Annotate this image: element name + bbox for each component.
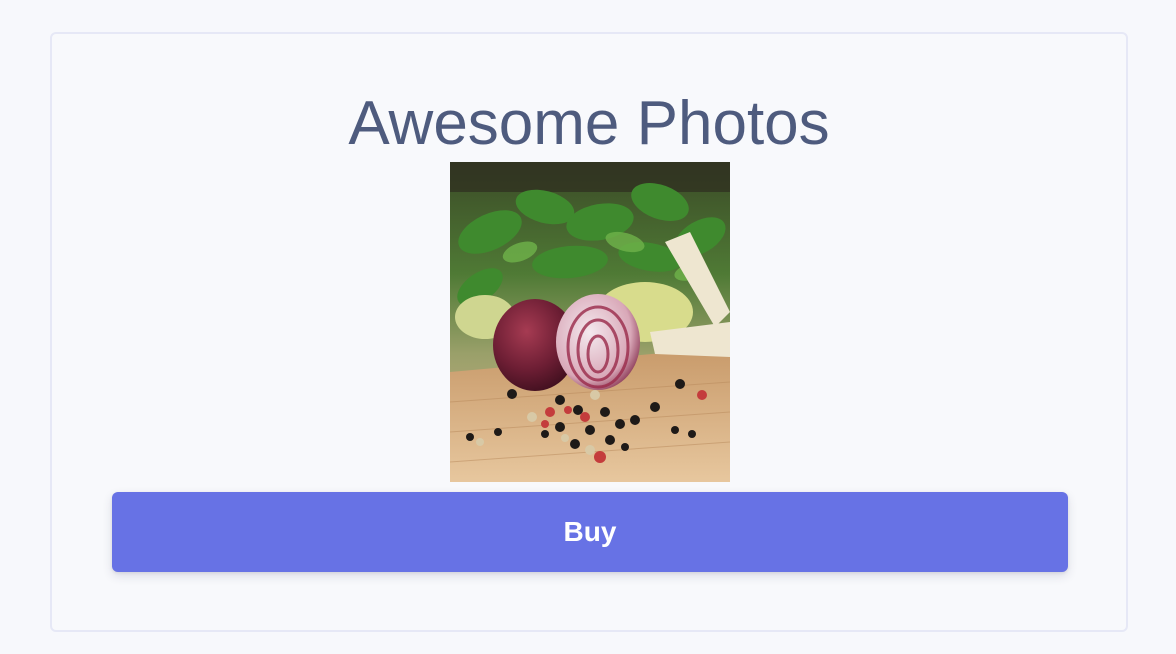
product-photo: [450, 162, 730, 482]
buy-button[interactable]: Buy: [112, 492, 1068, 572]
product-card: Awesome Photos Buy: [50, 32, 1128, 632]
product-title: Awesome Photos: [348, 89, 830, 158]
